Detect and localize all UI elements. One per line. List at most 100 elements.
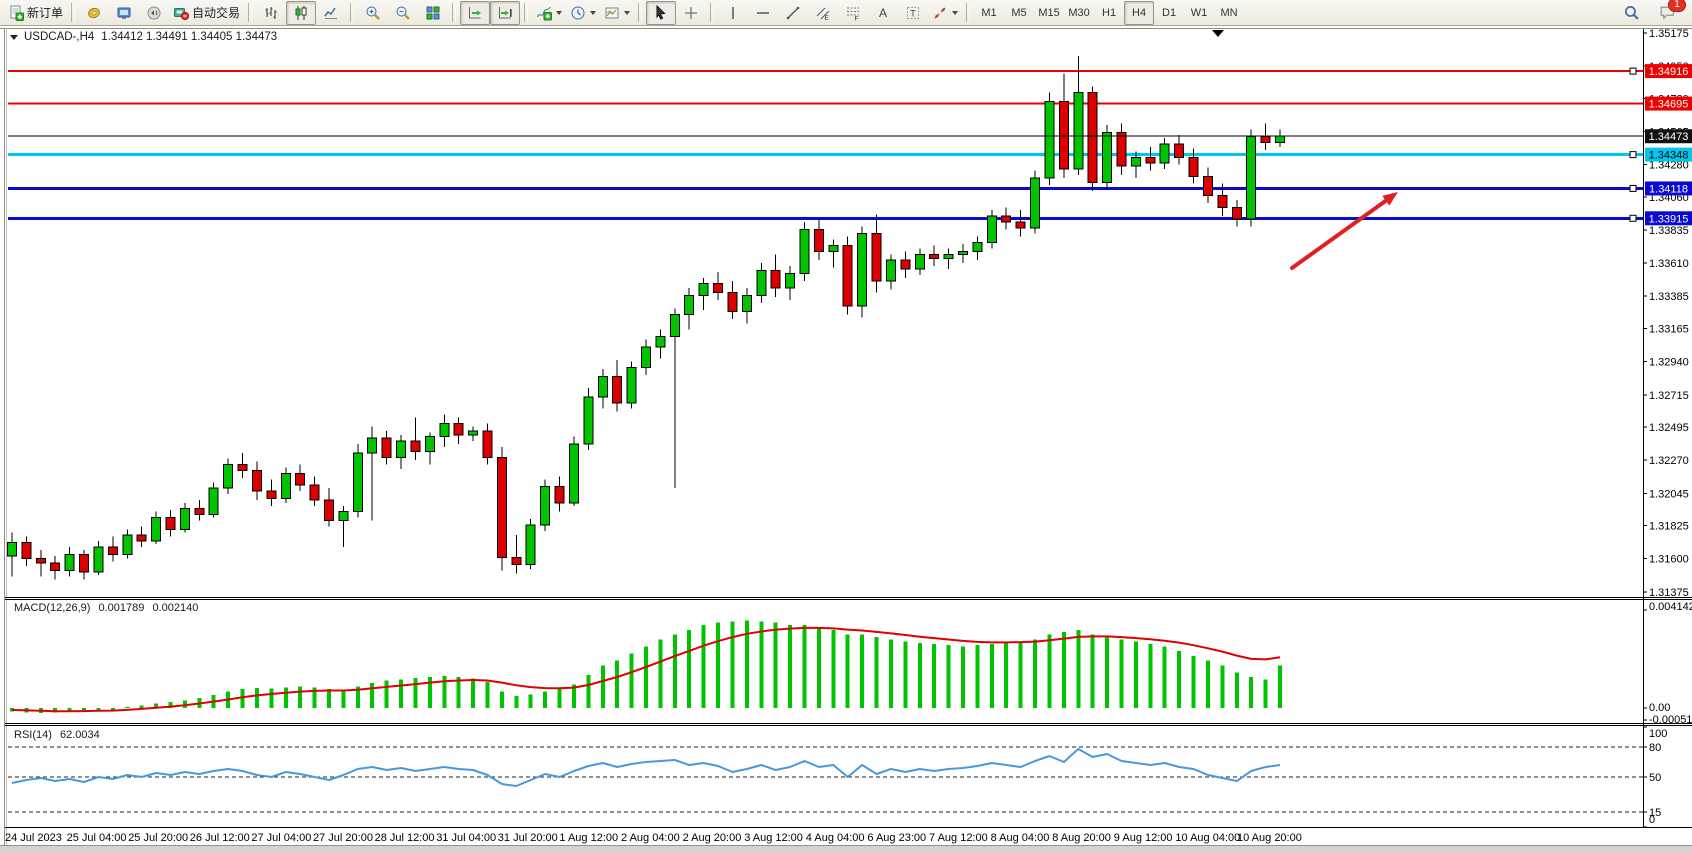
- candle: [209, 488, 218, 514]
- chart-symbol-period: USDCAD-,H4: [24, 31, 94, 43]
- line-handle[interactable]: [1630, 152, 1636, 158]
- line-handle[interactable]: [1630, 185, 1636, 191]
- candle: [1146, 157, 1155, 163]
- price-tick-label: 1.32045: [1649, 488, 1689, 500]
- chat-button[interactable]: 1: [1652, 1, 1682, 25]
- channel-button[interactable]: E: [808, 1, 838, 25]
- macd-signal-value: 0.002140: [152, 602, 198, 614]
- tf-d1-button[interactable]: D1: [1154, 1, 1184, 25]
- candle: [915, 254, 924, 269]
- trendline-button[interactable]: [778, 1, 808, 25]
- text-button[interactable]: A: [868, 1, 898, 25]
- price-badge-label: 1.34118: [1649, 183, 1688, 195]
- toolbar-group-services: 自动交易: [79, 1, 244, 25]
- price-tick-label: 1.32495: [1649, 422, 1689, 434]
- fibonacci-button[interactable]: F: [838, 1, 868, 25]
- price-badge-label: 1.34916: [1649, 66, 1689, 78]
- line-handle[interactable]: [1630, 215, 1636, 221]
- candle: [454, 423, 463, 435]
- candle: [80, 554, 89, 572]
- tf-h1-button-label: H1: [1102, 2, 1116, 24]
- tf-w1-button[interactable]: W1: [1184, 1, 1214, 25]
- horizontal-line-icon: [755, 5, 771, 21]
- tf-mn-button[interactable]: MN: [1214, 1, 1244, 25]
- status-strip: [0, 845, 1692, 853]
- candle: [1059, 101, 1068, 169]
- time-axis-label: 28 Jul 12:00: [375, 832, 435, 844]
- horizontal-line-button[interactable]: [748, 1, 778, 25]
- candle: [1189, 157, 1198, 176]
- new-order-button-label: 新订单: [27, 2, 63, 24]
- candle: [814, 229, 823, 251]
- dropdown-caret-icon[interactable]: [952, 11, 958, 15]
- new-order-button[interactable]: 新订单: [4, 1, 67, 25]
- symbol-dropdown-icon[interactable]: [10, 35, 18, 40]
- candle: [1218, 195, 1227, 207]
- tf-h4-button-label: H4: [1132, 2, 1146, 24]
- fibonacci-icon: F: [845, 5, 861, 21]
- tf-h4-button[interactable]: H4: [1124, 1, 1154, 25]
- rsi-line: [12, 749, 1280, 786]
- time-axis-label: 8 Aug 20:00: [1052, 832, 1111, 844]
- chart-shift-button[interactable]: [490, 1, 520, 25]
- tf-m15-button[interactable]: M15: [1034, 1, 1064, 25]
- auto-trading-button[interactable]: 自动交易: [169, 1, 244, 25]
- sound-button[interactable]: [139, 1, 169, 25]
- candle: [483, 431, 492, 457]
- candle: [526, 525, 535, 565]
- arrow-annotation[interactable]: [1292, 201, 1386, 268]
- periods-button[interactable]: [566, 1, 600, 25]
- cursor-icon: [653, 5, 669, 21]
- price-badge-label: 1.34695: [1649, 99, 1689, 111]
- label-button[interactable]: T: [898, 1, 928, 25]
- line-handle[interactable]: [1630, 68, 1636, 74]
- price-chart: 1.351751.349501.347301.345051.342801.340…: [0, 0, 1692, 853]
- price-tick-label: 1.31600: [1649, 554, 1689, 566]
- candle: [252, 470, 261, 491]
- tf-m30-button[interactable]: M30: [1064, 1, 1094, 25]
- shapes-button[interactable]: [928, 1, 962, 25]
- zoom-in-icon: [365, 5, 381, 21]
- candle: [512, 557, 521, 564]
- templates-button[interactable]: [600, 1, 634, 25]
- candle: [137, 535, 146, 541]
- time-axis-label: 7 Aug 12:00: [929, 832, 988, 844]
- dropdown-caret-icon[interactable]: [556, 11, 562, 15]
- terminal-button[interactable]: [109, 1, 139, 25]
- candle: [627, 368, 636, 403]
- candlestick-button[interactable]: [286, 1, 316, 25]
- candle: [987, 216, 996, 242]
- vertical-line-button[interactable]: [718, 1, 748, 25]
- time-axis-label: 6 Aug 23:00: [867, 832, 926, 844]
- chart-shift-marker-icon[interactable]: [1212, 30, 1224, 37]
- seal-button[interactable]: [79, 1, 109, 25]
- indicators-button[interactable]: [532, 1, 566, 25]
- candle: [425, 437, 434, 452]
- candle: [397, 441, 406, 457]
- price-tick-label: 1.32715: [1649, 390, 1689, 402]
- cursor-button[interactable]: [646, 1, 676, 25]
- search-button[interactable]: [1616, 1, 1646, 25]
- price-tick-label: 1.32270: [1649, 455, 1689, 467]
- text-icon: A: [875, 5, 891, 21]
- dropdown-caret-icon[interactable]: [624, 11, 630, 15]
- dropdown-caret-icon[interactable]: [590, 11, 596, 15]
- toolbar-separator: [638, 3, 642, 22]
- zoom-out-button[interactable]: [388, 1, 418, 25]
- candle: [166, 518, 175, 530]
- tf-m1-button[interactable]: M1: [974, 1, 1004, 25]
- channel-icon: E: [815, 5, 831, 21]
- zoom-in-button[interactable]: [358, 1, 388, 25]
- trendline-icon: [785, 5, 801, 21]
- candle: [1131, 157, 1140, 166]
- auto-scroll-button[interactable]: [460, 1, 490, 25]
- tf-h1-button[interactable]: H1: [1094, 1, 1124, 25]
- line-chart-button[interactable]: [316, 1, 346, 25]
- crosshair-button[interactable]: [676, 1, 706, 25]
- time-axis-label: 2 Aug 04:00: [621, 832, 680, 844]
- tf-m5-button[interactable]: M5: [1004, 1, 1034, 25]
- rsi-axis-label: 100: [1649, 728, 1667, 740]
- macd-axis-label: 0.004142: [1649, 601, 1692, 613]
- bar-chart-button[interactable]: [256, 1, 286, 25]
- tile-windows-button[interactable]: [418, 1, 448, 25]
